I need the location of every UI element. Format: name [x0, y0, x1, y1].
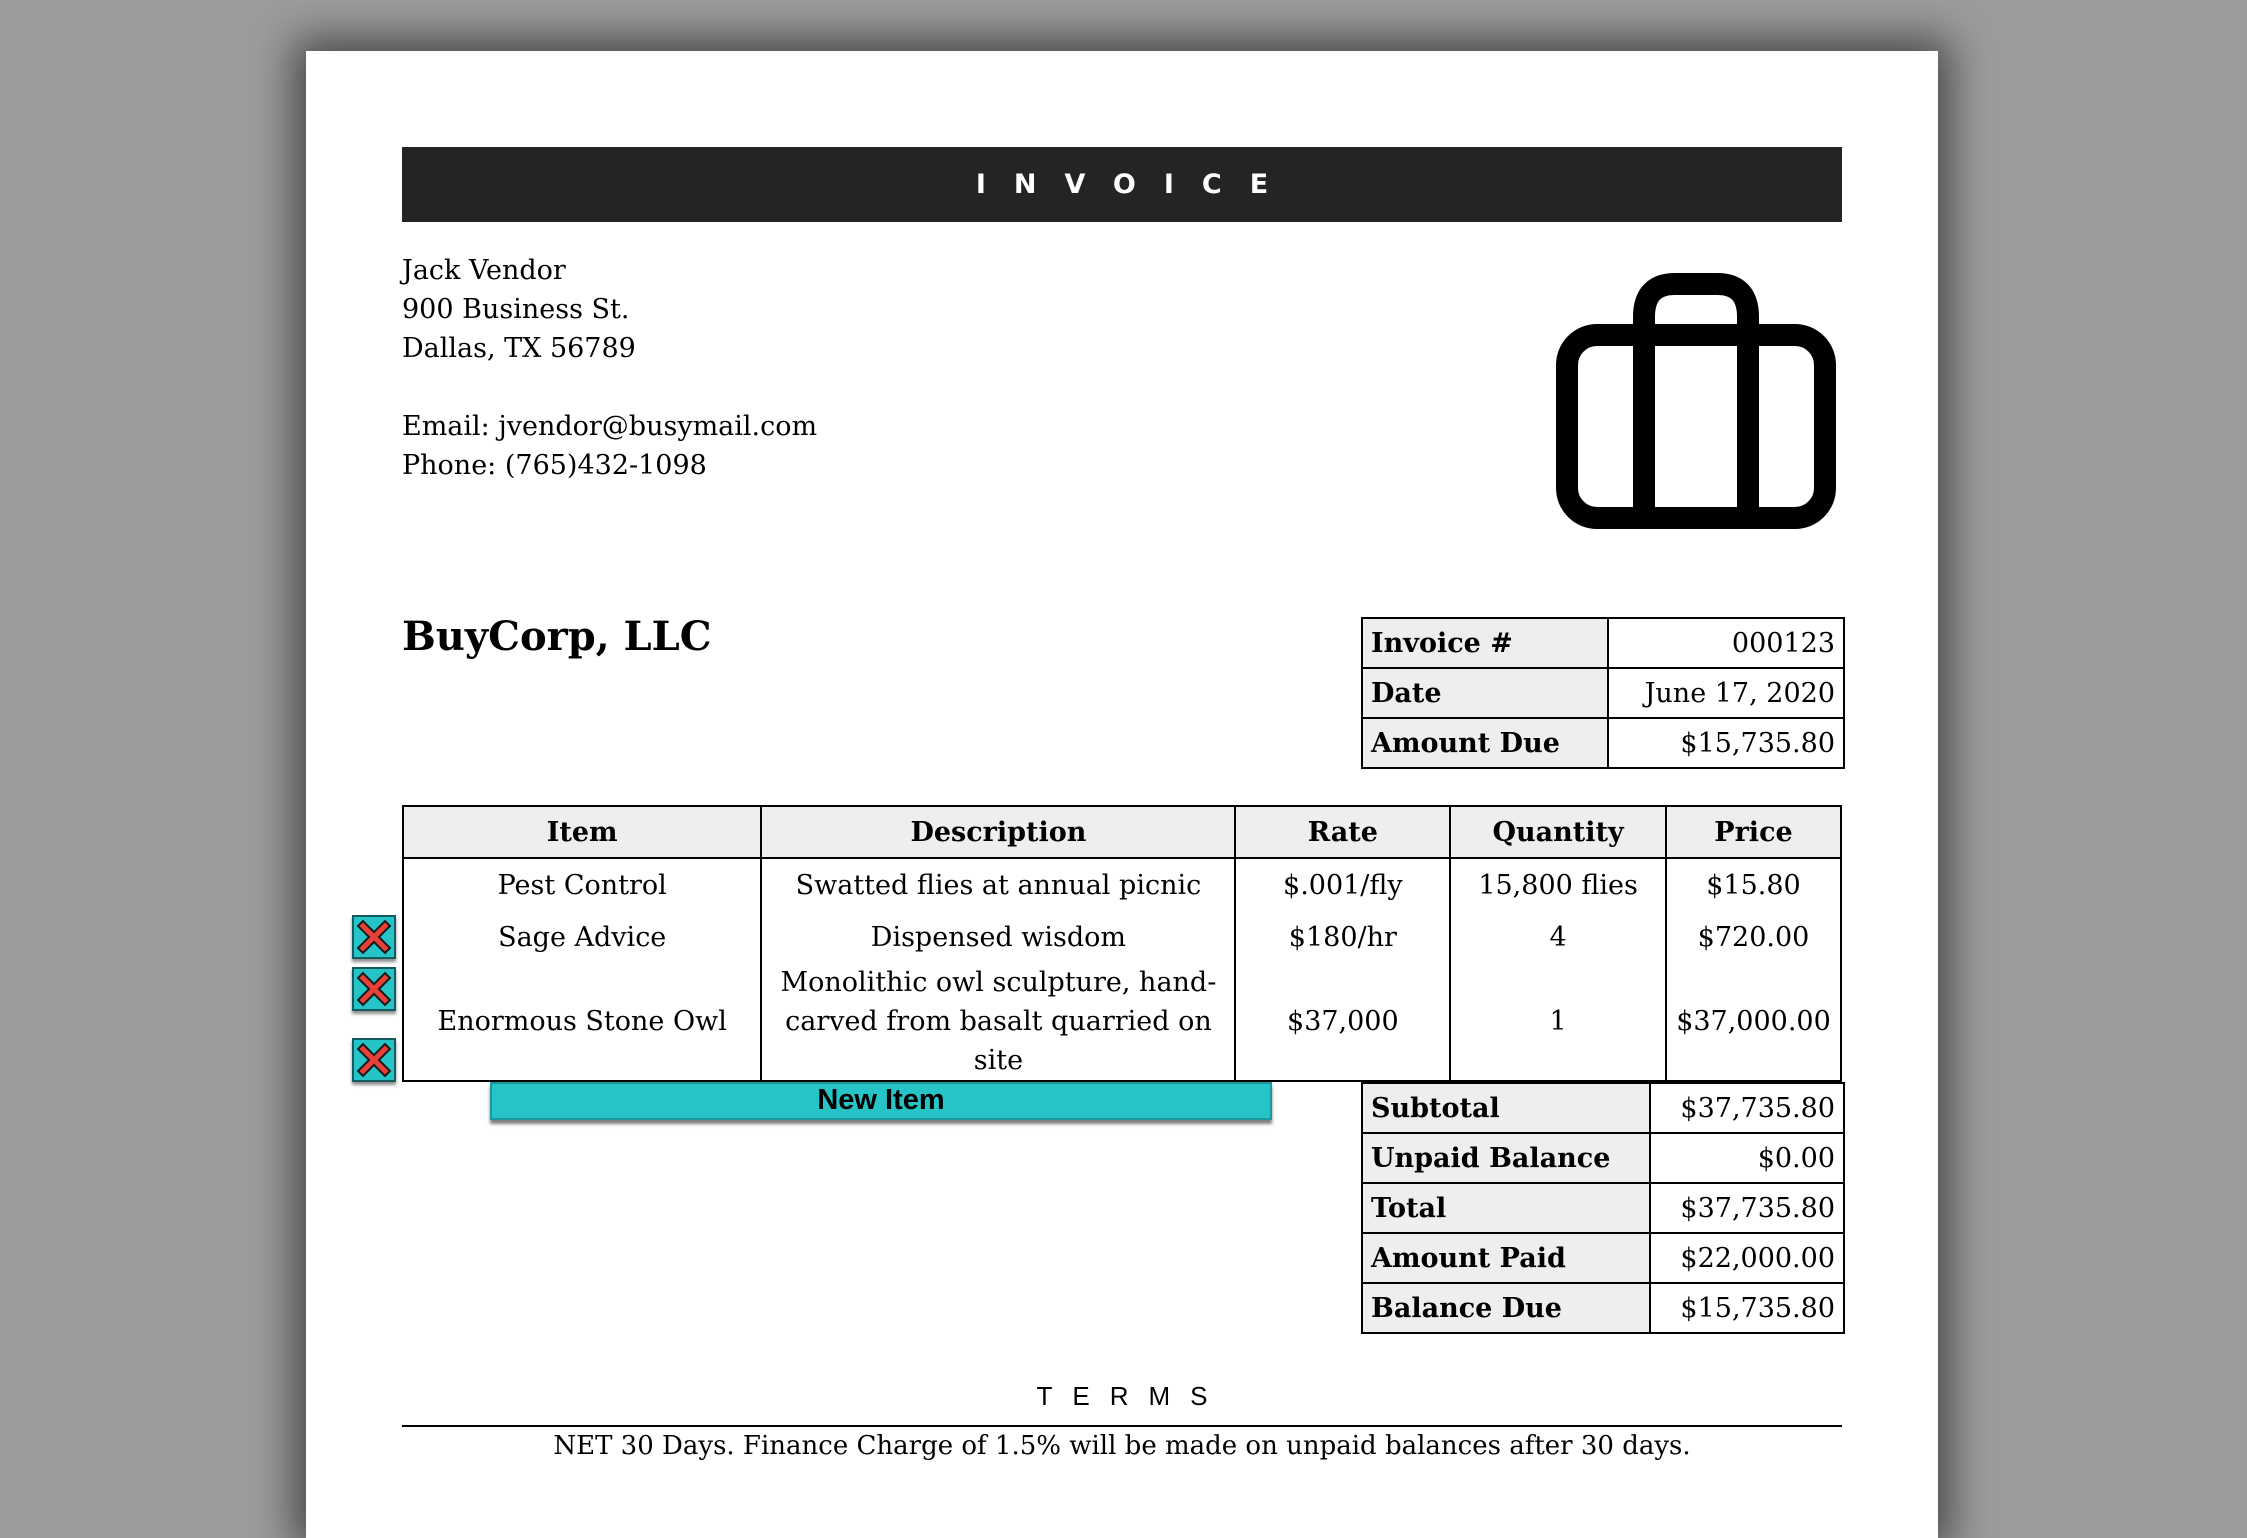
meta-row: Invoice # 000123	[1361, 617, 1845, 669]
line-items-table: Item Description Rate Quantity Price Pes…	[401, 805, 1843, 1082]
invoice-page: INVOICE Jack Vendor 900 Business St. Dal…	[306, 51, 1938, 1538]
totals-value: $15,735.80	[1649, 1282, 1845, 1334]
totals-value: $37,735.80	[1649, 1182, 1845, 1234]
totals-label: Amount Paid	[1361, 1232, 1651, 1284]
totals-row: Unpaid Balance $0.00	[1361, 1132, 1845, 1184]
totals-value[interactable]: $22,000.00	[1649, 1232, 1845, 1284]
meta-label: Date	[1361, 667, 1609, 719]
remove-item-button[interactable]	[352, 967, 396, 1011]
item-name[interactable]: Sage Advice	[401, 911, 763, 963]
column-header-price: Price	[1664, 805, 1843, 859]
vendor-info: Jack Vendor 900 Business St. Dallas, TX …	[402, 251, 1102, 485]
briefcase-icon	[1555, 272, 1837, 530]
meta-value: $15,735.80	[1607, 717, 1845, 769]
terms-divider	[402, 1425, 1842, 1427]
vendor-name: Jack Vendor	[402, 255, 566, 286]
invoice-meta-table: Invoice # 000123 Date June 17, 2020 Amou…	[1361, 617, 1845, 769]
items-header-row: Item Description Rate Quantity Price	[401, 805, 1843, 859]
totals-row: Balance Due $15,735.80	[1361, 1282, 1845, 1334]
item-name[interactable]: Pest Control	[401, 858, 763, 911]
totals-row: Total $37,735.80	[1361, 1182, 1845, 1234]
table-row: Pest Control Swatted flies at annual pic…	[401, 858, 1843, 911]
totals-value: $37,735.80	[1649, 1082, 1845, 1134]
column-header-rate: Rate	[1234, 805, 1452, 859]
meta-label: Amount Due	[1361, 717, 1609, 769]
close-x-icon	[356, 919, 392, 955]
meta-row: Date June 17, 2020	[1361, 667, 1845, 719]
meta-label: Invoice #	[1361, 617, 1609, 669]
item-description[interactable]: Swatted flies at annual picnic	[760, 858, 1237, 911]
vendor-spacer	[402, 368, 1102, 407]
terms-text[interactable]: NET 30 Days. Finance Charge of 1.5% will…	[402, 1431, 1842, 1461]
totals-label: Subtotal	[1361, 1082, 1651, 1134]
totals-label: Unpaid Balance	[1361, 1132, 1651, 1184]
totals-row: Amount Paid $22,000.00	[1361, 1232, 1845, 1284]
item-quantity[interactable]: 4	[1449, 911, 1667, 963]
item-rate[interactable]: $180/hr	[1234, 911, 1452, 963]
vendor-phone: Phone: (765)432-1098	[402, 450, 707, 481]
column-header-item: Item	[401, 805, 763, 859]
meta-value: June 17, 2020	[1607, 667, 1845, 719]
column-header-quantity: Quantity	[1449, 805, 1667, 859]
table-row: Sage Advice Dispensed wisdom $180/hr 4 $…	[401, 911, 1843, 963]
item-quantity[interactable]: 15,800 flies	[1449, 858, 1667, 911]
totals-label: Total	[1361, 1182, 1651, 1234]
vendor-email: Email: jvendor@busymail.com	[402, 411, 818, 442]
item-description[interactable]: Dispensed wisdom	[760, 911, 1237, 963]
new-item-button[interactable]: New Item	[490, 1082, 1272, 1120]
item-price: $37,000.00	[1664, 963, 1843, 1082]
customer-name: BuyCorp, LLC	[402, 613, 712, 660]
item-quantity[interactable]: 1	[1449, 963, 1667, 1082]
table-row: Enormous Stone Owl Monolithic owl sculpt…	[401, 963, 1843, 1082]
meta-value: 000123	[1607, 617, 1845, 669]
vendor-address-line1: 900 Business St.	[402, 294, 630, 325]
item-rate[interactable]: $.001/fly	[1234, 858, 1452, 911]
totals-value[interactable]: $0.00	[1649, 1132, 1845, 1184]
vendor-address-line2: Dallas, TX 56789	[402, 333, 636, 364]
terms-heading: TERMS	[1036, 1381, 1228, 1411]
column-header-description: Description	[760, 805, 1237, 859]
invoice-title: INVOICE	[402, 147, 1842, 222]
totals-row: Subtotal $37,735.80	[1361, 1082, 1845, 1134]
remove-item-button[interactable]	[352, 915, 396, 959]
item-name[interactable]: Enormous Stone Owl	[401, 963, 763, 1082]
item-price: $720.00	[1664, 911, 1843, 963]
meta-row: Amount Due $15,735.80	[1361, 717, 1845, 769]
item-rate[interactable]: $37,000	[1234, 963, 1452, 1082]
close-x-icon	[356, 1042, 392, 1078]
item-description[interactable]: Monolithic owl sculpture, hand-carved fr…	[760, 963, 1237, 1082]
remove-item-button[interactable]	[352, 1038, 396, 1082]
item-price: $15.80	[1664, 858, 1843, 911]
totals-label: Balance Due	[1361, 1282, 1651, 1334]
totals-table: Subtotal $37,735.80 Unpaid Balance $0.00…	[1361, 1082, 1845, 1334]
close-x-icon	[356, 971, 392, 1007]
